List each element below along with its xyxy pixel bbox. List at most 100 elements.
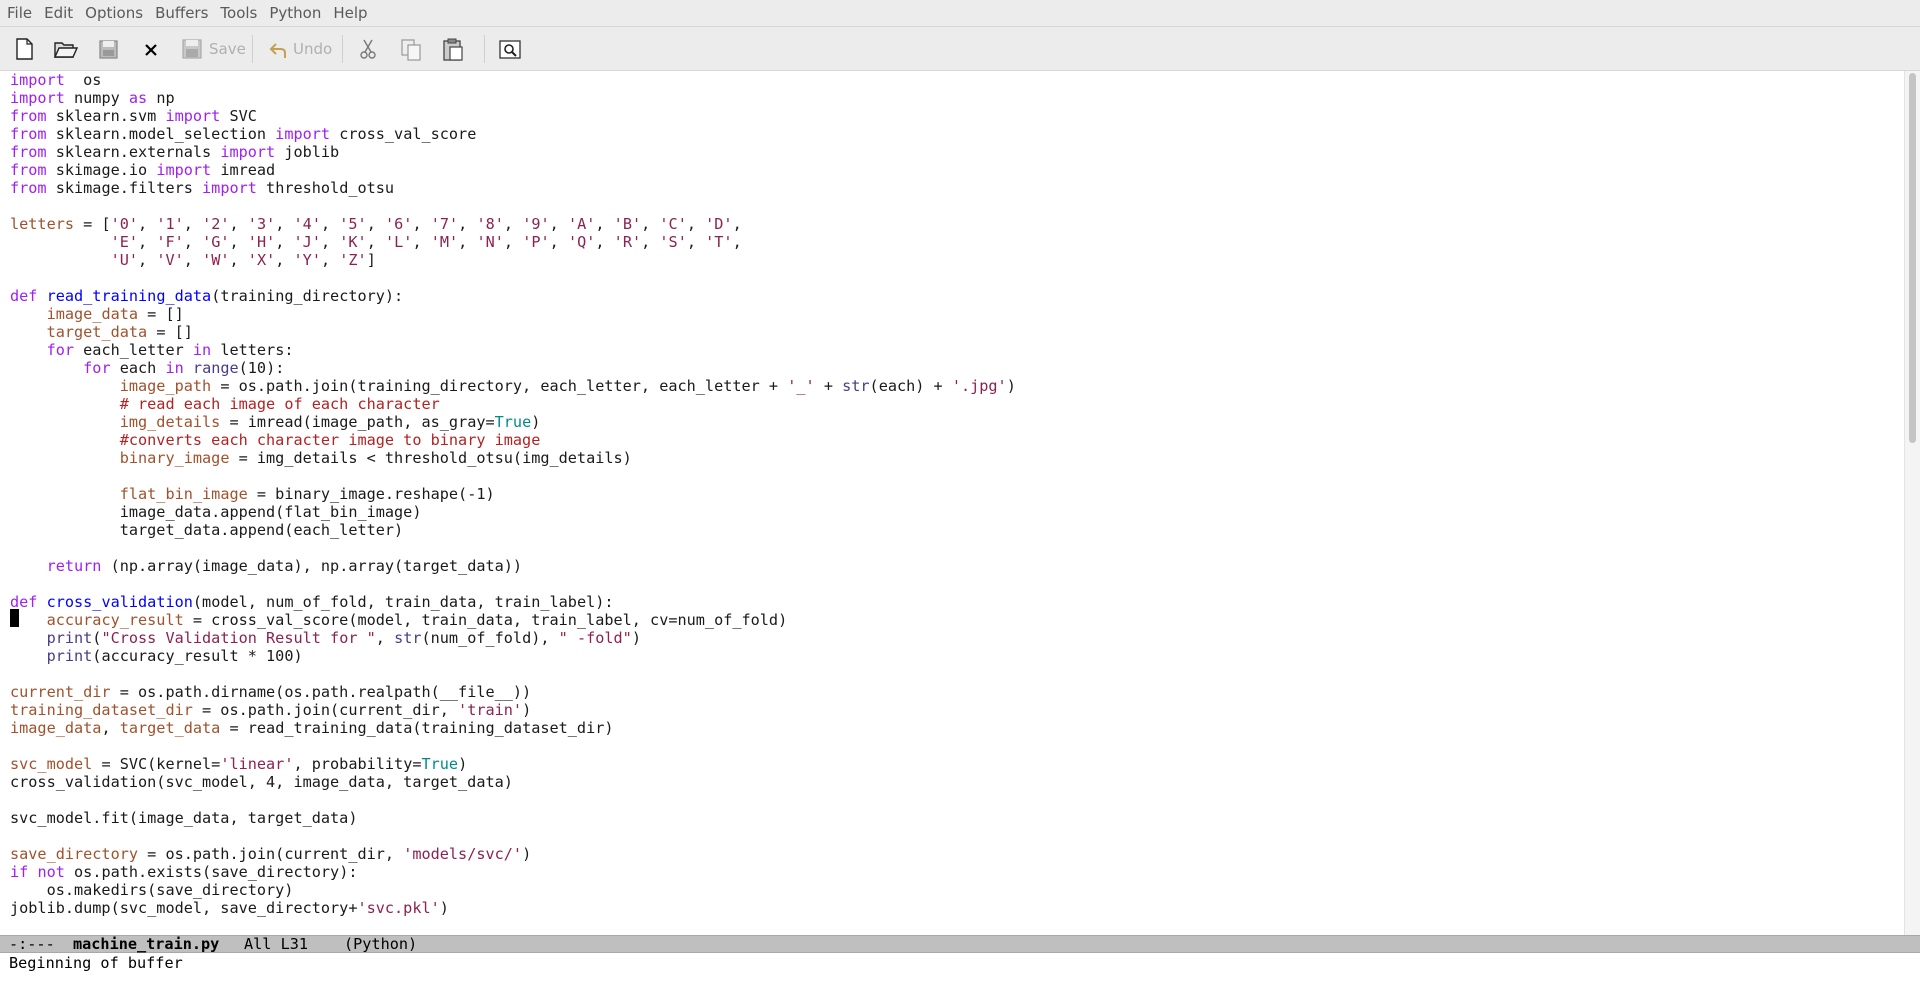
code-token: True: [494, 413, 532, 431]
code-token: svc_model.fit(image_data, target_data): [10, 809, 358, 827]
code-token: import: [220, 143, 276, 161]
paste-button[interactable]: [440, 34, 466, 64]
modeline-mode[interactable]: (Python): [344, 936, 417, 952]
code-token: target_data: [46, 323, 148, 341]
code-token: ,: [686, 233, 706, 251]
code-token: 'U': [110, 251, 139, 269]
code-token: 'T': [705, 233, 733, 251]
code-token: '6': [385, 215, 413, 233]
code-line: for each in range(10):: [10, 359, 1016, 377]
menu-help[interactable]: Help: [327, 0, 373, 27]
menu-buffers[interactable]: Buffers: [149, 0, 214, 27]
menu-bar: File Edit Options Buffers Tools Python Help: [0, 0, 1920, 27]
vertical-scrollbar[interactable]: [1904, 71, 1920, 935]
modeline-position: All L31: [244, 935, 309, 953]
menu-options[interactable]: Options: [79, 0, 149, 27]
search-button[interactable]: [497, 34, 523, 64]
code-token: import: [10, 71, 65, 89]
code-token: ,: [229, 233, 248, 251]
code-token: letters: [10, 215, 75, 233]
code-token: threshold_otsu: [256, 179, 395, 197]
code-token: ): [631, 629, 641, 647]
code-token: import: [202, 179, 257, 197]
code-token: = os.path.join(training_directory, each_…: [211, 377, 788, 395]
cut-button[interactable]: [356, 34, 380, 64]
code-token: ,: [641, 233, 660, 251]
code-token: = os.path.join(current_dir,: [192, 701, 459, 719]
code-token: ,: [412, 215, 431, 233]
code-token: if: [10, 863, 29, 881]
code-token: 'N': [476, 233, 504, 251]
open-file-button[interactable]: [52, 34, 78, 64]
menu-python[interactable]: Python: [263, 0, 327, 27]
code-token: ,: [375, 629, 395, 647]
code-token: = imread(image_path, as_gray=: [220, 413, 495, 431]
code-token: SVC: [220, 107, 257, 125]
code-line: target_data = []: [10, 323, 1016, 341]
toolbar: Save Undo: [0, 27, 1920, 71]
code-line: image_data.append(flat_bin_image): [10, 503, 1016, 521]
code-token: sklearn.svm: [46, 107, 166, 125]
code-token: ,: [320, 251, 340, 269]
code-token: def: [10, 287, 38, 305]
mode-line: -:--- machine_train.py All L31 (Python): [0, 935, 1920, 953]
scrollbar-thumb[interactable]: [1909, 73, 1916, 443]
code-line: svc_model.fit(image_data, target_data): [10, 809, 1016, 827]
code-line: return (np.array(image_data), np.array(t…: [10, 557, 1016, 575]
code-token: '2': [202, 215, 230, 233]
toolbar-separator: [342, 35, 343, 63]
undo-button[interactable]: Undo: [268, 34, 332, 64]
code-token: ,: [320, 233, 340, 251]
code-token: image_path: [119, 377, 212, 395]
code-token: os.makedirs(save_directory): [10, 881, 294, 899]
menu-file[interactable]: File: [1, 0, 38, 27]
code-token: flat_bin_image: [119, 485, 248, 503]
copy-icon: [401, 39, 421, 61]
disk-icon: [99, 40, 118, 59]
code-token: read_training_data: [46, 287, 212, 305]
code-token: ,: [641, 215, 660, 233]
code-token: sklearn.model_selection: [46, 125, 276, 143]
code-token: # read each image of each character: [119, 395, 440, 413]
toolbar-separator: [484, 35, 485, 63]
code-line: image_data = []: [10, 305, 1016, 323]
code-token: = SVC(kernel=: [92, 755, 221, 773]
code-token: ,: [595, 215, 614, 233]
code-line: if not os.path.exists(save_directory):: [10, 863, 1016, 881]
code-editor[interactable]: import os import numpy as np from sklearn.…: [0, 71, 1904, 935]
menu-edit[interactable]: Edit: [38, 0, 79, 27]
code-line: from sklearn.externals import joblib: [10, 143, 1016, 161]
code-token: " -fold": [558, 629, 632, 647]
toolbar-separator: [252, 35, 253, 63]
save-button[interactable]: Save: [180, 34, 246, 64]
copy-button[interactable]: [398, 34, 424, 64]
code-token: = os.path.dirname(os.path.realpath(__fil…: [110, 683, 532, 701]
code-token: 'R': [613, 233, 642, 251]
code-token: '0': [110, 215, 139, 233]
code-token: ,: [183, 251, 203, 269]
code-token: import: [156, 161, 212, 179]
kill-buffer-button[interactable]: [140, 34, 162, 64]
modeline-buffer-name[interactable]: machine_train.py: [73, 936, 219, 952]
code-token: for: [46, 341, 75, 359]
dired-button[interactable]: [96, 34, 120, 64]
code-token: from: [10, 143, 47, 161]
code-token: 'linear': [220, 755, 294, 773]
code-token: image_data: [10, 719, 102, 737]
scissors-icon: [360, 39, 376, 59]
code-token: ,: [275, 233, 294, 251]
code-token: ]: [366, 251, 376, 269]
code-line: def read_training_data(training_director…: [10, 287, 1016, 305]
search-icon: [499, 40, 521, 59]
code-line: training_dataset_dir = os.path.join(curr…: [10, 701, 1016, 719]
menu-tools[interactable]: Tools: [214, 0, 263, 27]
code-token: (accuracy_result * 100): [92, 647, 303, 665]
code-line: img_details = imread(image_path, as_gray…: [10, 413, 1016, 431]
new-file-button[interactable]: [12, 34, 36, 64]
